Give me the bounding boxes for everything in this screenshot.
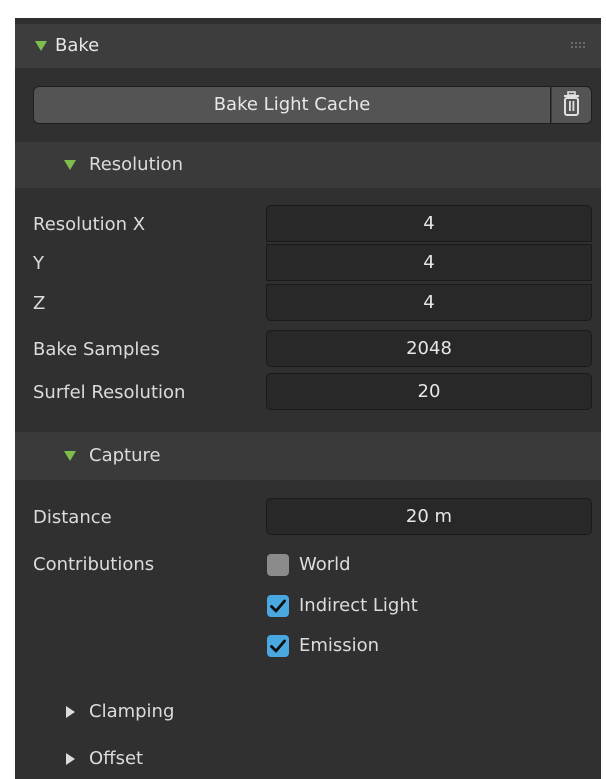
resolution-x-field[interactable]: 4 [266, 205, 592, 242]
expand-arrow-icon[interactable] [35, 41, 47, 51]
resolution-subpanel-title: Resolution [89, 154, 184, 175]
capture-subpanel-header[interactable]: Capture [15, 432, 601, 480]
surfel-resolution-label: Surfel Resolution [33, 382, 186, 403]
resolution-x-label: Resolution X [33, 214, 146, 235]
bake-light-cache-button[interactable]: Bake Light Cache [33, 86, 551, 124]
drag-handle-icon[interactable] [571, 42, 585, 50]
resolution-y-field[interactable]: 4 [266, 244, 592, 281]
clamping-subpanel-header[interactable]: Clamping [15, 694, 601, 730]
emission-checkbox-label[interactable]: Emission [299, 635, 379, 657]
surfel-resolution-field[interactable]: 20 [266, 373, 592, 410]
bake-panel-header[interactable]: Bake [15, 24, 601, 68]
delete-light-cache-button[interactable] [551, 86, 592, 124]
resolution-z-label: Z [33, 293, 46, 314]
resolution-y-label: Y [33, 253, 44, 274]
world-checkbox[interactable] [267, 554, 289, 576]
checkmark-icon [270, 639, 286, 653]
resolution-subpanel-header[interactable]: Resolution [15, 142, 601, 188]
collapse-arrow-icon[interactable] [66, 753, 75, 765]
clamping-subpanel-title: Clamping [89, 701, 175, 722]
expand-arrow-icon[interactable] [64, 160, 76, 170]
indirect-light-checkbox[interactable] [267, 595, 289, 617]
expand-arrow-icon[interactable] [64, 451, 76, 461]
bake-samples-field[interactable]: 2048 [266, 330, 592, 367]
resolution-z-field[interactable]: 4 [266, 284, 592, 321]
distance-label: Distance [33, 507, 112, 528]
indirect-light-checkbox-label[interactable]: Indirect Light [299, 595, 418, 617]
offset-subpanel-header[interactable]: Offset [15, 741, 601, 777]
checkmark-icon [270, 599, 286, 613]
capture-subpanel-title: Capture [89, 445, 161, 466]
bake-panel: Bake Bake Light Cache Resolution Resolut… [15, 18, 601, 779]
distance-field[interactable]: 20 m [266, 498, 592, 535]
collapse-arrow-icon[interactable] [66, 706, 75, 718]
world-checkbox-label[interactable]: World [299, 554, 351, 576]
bake-panel-title: Bake [55, 35, 100, 56]
bake-samples-label: Bake Samples [33, 339, 160, 360]
offset-subpanel-title: Offset [89, 748, 144, 769]
trash-icon [564, 91, 579, 116]
emission-checkbox[interactable] [267, 635, 289, 657]
contributions-label: Contributions [33, 554, 155, 575]
